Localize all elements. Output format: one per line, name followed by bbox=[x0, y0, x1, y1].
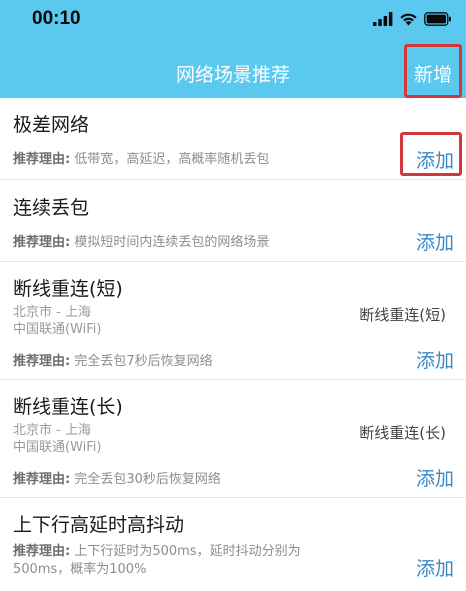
list-item: 极差网络 推荐理由: 低带宽，高延迟，高概率随机丢包 添加 bbox=[0, 98, 466, 180]
list-item: 上下行高延时高抖动 推荐理由: 上下行延时为500ms，延时抖动分别为 500m… bbox=[0, 498, 466, 591]
list-item: 断线重连(长) 北京市 - 上海 中国联通(WiFi) 断线重连(长) 推荐理由… bbox=[0, 380, 466, 498]
status-time: 00:10 bbox=[32, 8, 81, 29]
item-scene-type: 断线重连(长) bbox=[359, 424, 446, 442]
item-reason-continued: 500ms，概率为100% bbox=[13, 562, 147, 577]
signal-icon bbox=[373, 12, 393, 26]
highlight-box-add-new bbox=[404, 44, 462, 98]
item-reason: 推荐理由: 低带宽，高延迟，高概率随机丢包 bbox=[13, 150, 269, 169]
item-title: 断线重连(长) bbox=[13, 396, 123, 418]
item-title: 断线重连(短) bbox=[13, 278, 123, 300]
highlight-box-add bbox=[400, 132, 462, 176]
item-carrier: 中国联通(WiFi) bbox=[13, 322, 102, 337]
battery-icon bbox=[424, 12, 451, 26]
item-title: 连续丢包 bbox=[13, 197, 90, 219]
reason-label: 推荐理由: bbox=[13, 544, 71, 559]
item-location: 北京市 - 上海 bbox=[13, 305, 91, 320]
list-item: 断线重连(短) 北京市 - 上海 中国联通(WiFi) 断线重连(短) 推荐理由… bbox=[0, 262, 466, 380]
add-button[interactable]: 添加 bbox=[416, 554, 454, 581]
item-carrier: 中国联通(WiFi) bbox=[13, 440, 102, 455]
reason-text: 低带宽，高延迟，高概率随机丢包 bbox=[70, 152, 270, 167]
item-reason: 推荐理由: 模拟短时间内连续丢包的网络场景 bbox=[13, 233, 269, 252]
item-reason: 推荐理由: 完全丢包7秒后恢复网络 bbox=[13, 352, 213, 371]
add-button[interactable]: 添加 bbox=[416, 346, 454, 373]
reason-text: 上下行延时为500ms，延时抖动分别为 bbox=[70, 544, 301, 559]
add-button[interactable]: 添加 bbox=[416, 464, 454, 491]
item-title: 极差网络 bbox=[13, 114, 90, 136]
reason-text: 完全丢包30秒后恢复网络 bbox=[70, 472, 221, 487]
item-scene-type: 断线重连(短) bbox=[359, 306, 446, 324]
nav-bar: 00:10 网络场景推荐 新增 bbox=[0, 0, 466, 98]
reason-text: 完全丢包7秒后恢复网络 bbox=[70, 354, 213, 369]
reason-label: 推荐理由: bbox=[13, 354, 71, 369]
reason-label: 推荐理由: bbox=[13, 235, 71, 250]
page-title: 网络场景推荐 bbox=[175, 64, 290, 86]
reason-text: 模拟短时间内连续丢包的网络场景 bbox=[70, 235, 270, 250]
item-reason: 推荐理由: 完全丢包30秒后恢复网络 bbox=[13, 470, 221, 489]
list-item: 连续丢包 推荐理由: 模拟短时间内连续丢包的网络场景 添加 bbox=[0, 180, 466, 262]
item-reason: 推荐理由: 上下行延时为500ms，延时抖动分别为 bbox=[13, 542, 301, 561]
item-location: 北京市 - 上海 bbox=[13, 423, 91, 438]
reason-label: 推荐理由: bbox=[13, 472, 71, 487]
status-icons bbox=[373, 10, 452, 28]
reason-label: 推荐理由: bbox=[13, 152, 71, 167]
item-title: 上下行高延时高抖动 bbox=[13, 514, 185, 536]
add-button[interactable]: 添加 bbox=[416, 228, 454, 255]
wifi-icon bbox=[400, 13, 417, 26]
